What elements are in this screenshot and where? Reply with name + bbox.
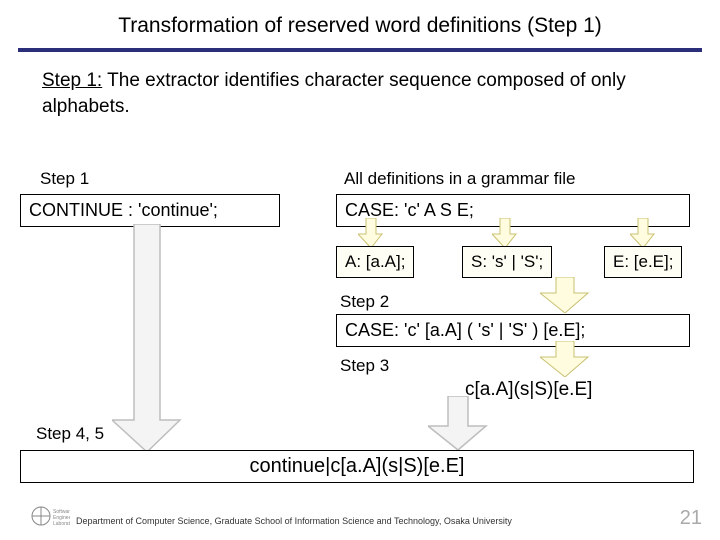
svg-text:Laboratory: Laboratory [53,521,70,527]
label-step-1: Step 1 [40,169,89,189]
box-rule-e: E: [e.E]; [604,246,682,278]
arrow-down-icon [428,396,488,455]
page-number: 21 [680,507,702,530]
subtitle-step: Step 1: [42,70,102,91]
box-rule-a: A: [a.A]; [336,246,414,278]
arrow-down-icon [492,218,518,248]
box-continue-definition: CONTINUE : 'continue'; [20,194,280,227]
logo-icon: Software Engineering Laboratory [30,502,70,530]
arrow-down-icon [358,218,384,248]
label-step-4-5: Step 4, 5 [36,424,104,444]
slide-title: Transformation of reserved word definiti… [0,0,720,44]
label-all-definitions: All definitions in a grammar file [344,169,575,189]
label-step-3: Step 3 [340,356,389,376]
subtitle: Step 1: The extractor identifies charact… [0,62,720,123]
footer-affiliation: Department of Computer Science, Graduate… [76,516,512,526]
subtitle-rest: The extractor identifies character seque… [42,70,626,117]
title-divider [18,48,702,52]
arrow-down-icon [540,341,590,377]
label-step-2: Step 2 [340,292,389,312]
box-case-expanded: CASE: 'c' [a.A] ( 's' | 'S' ) [e.E]; [336,314,690,347]
arrow-down-icon [630,218,656,248]
box-final-regex: continue|c[a.A](s|S)[e.E] [20,450,694,483]
box-rule-s: S: 's' | 'S'; [462,246,552,278]
arrow-down-icon [540,277,590,313]
arrow-down-long-icon [112,224,182,457]
